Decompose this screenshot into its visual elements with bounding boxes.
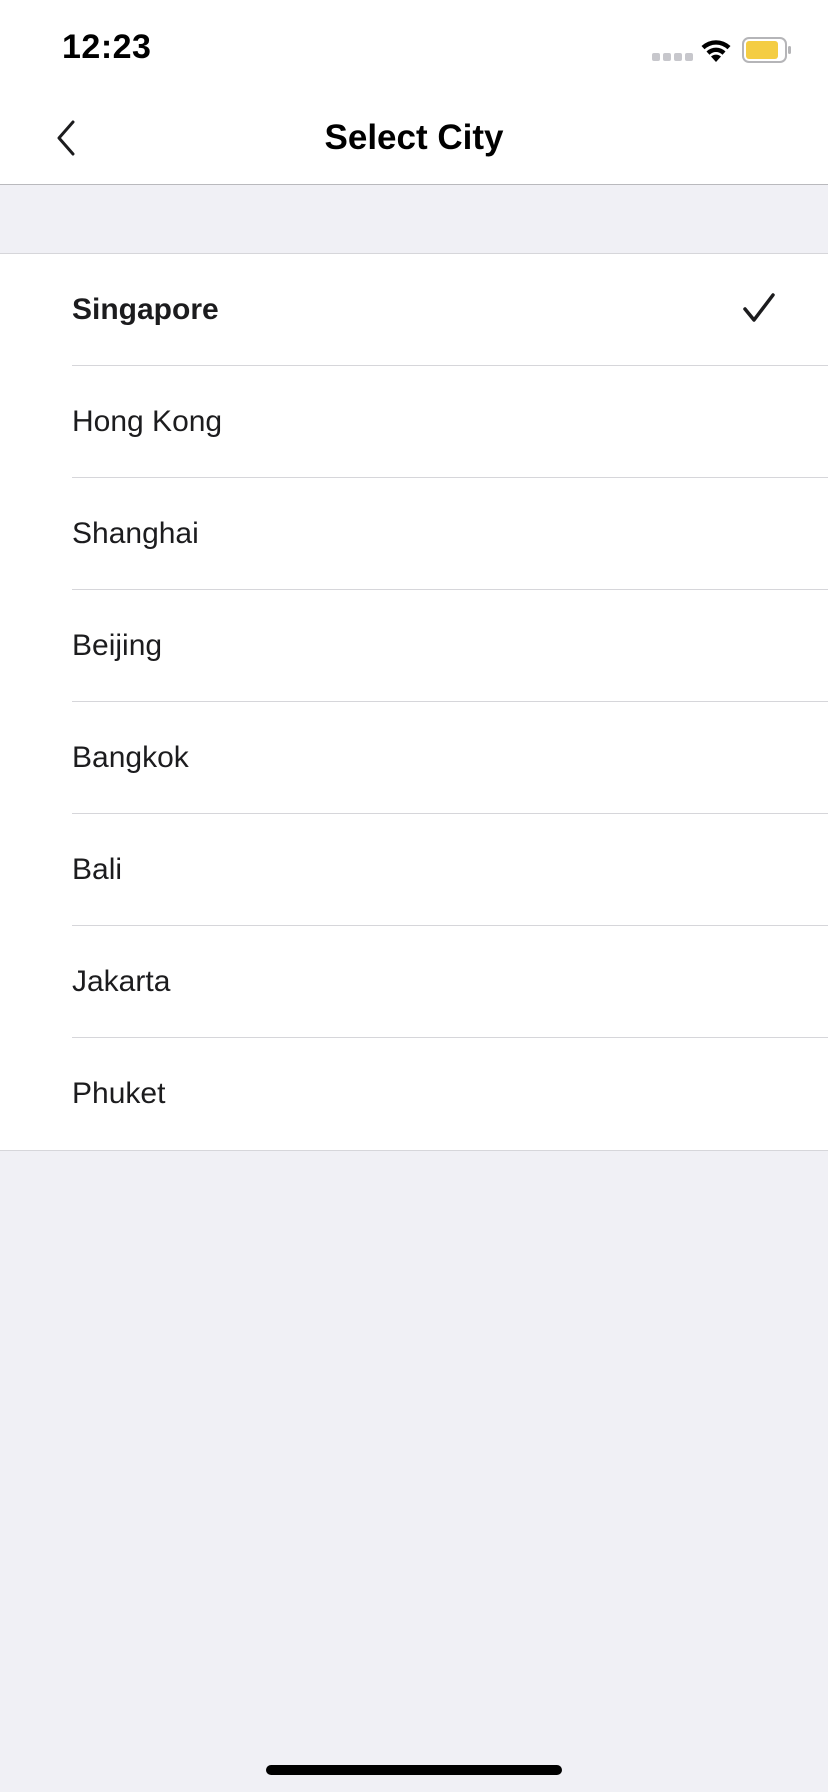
city-label: Bangkok [72, 741, 189, 774]
status-bar: 12:23 [0, 0, 828, 92]
status-time: 12:23 [62, 28, 152, 66]
city-row[interactable]: Phuket [0, 1038, 828, 1150]
home-indicator [266, 1765, 562, 1775]
navigation-bar: Select City [0, 92, 828, 185]
city-row[interactable]: Bali [0, 814, 828, 926]
city-label: Singapore [72, 293, 219, 326]
city-row[interactable]: Singapore [0, 254, 828, 366]
city-label: Jakarta [72, 965, 171, 998]
cellular-signal-icon [652, 53, 693, 61]
city-label: Shanghai [72, 517, 199, 550]
city-label: Phuket [72, 1077, 166, 1110]
checkmark-icon [743, 293, 775, 322]
city-label: Beijing [72, 629, 163, 662]
wifi-icon [701, 40, 731, 62]
city-row[interactable]: Bangkok [0, 702, 828, 814]
page-title: Select City [324, 118, 504, 157]
city-row[interactable]: Beijing [0, 590, 828, 702]
city-label: Bali [72, 853, 123, 886]
city-row[interactable]: Jakarta [0, 926, 828, 1038]
city-label: Hong Kong [72, 405, 223, 438]
city-row[interactable]: Hong Kong [0, 366, 828, 478]
city-list: Singapore Hong Kong Shanghai Beijing Bangkok… [0, 253, 828, 1151]
battery-icon [742, 37, 791, 63]
city-row[interactable]: Shanghai [0, 478, 828, 590]
